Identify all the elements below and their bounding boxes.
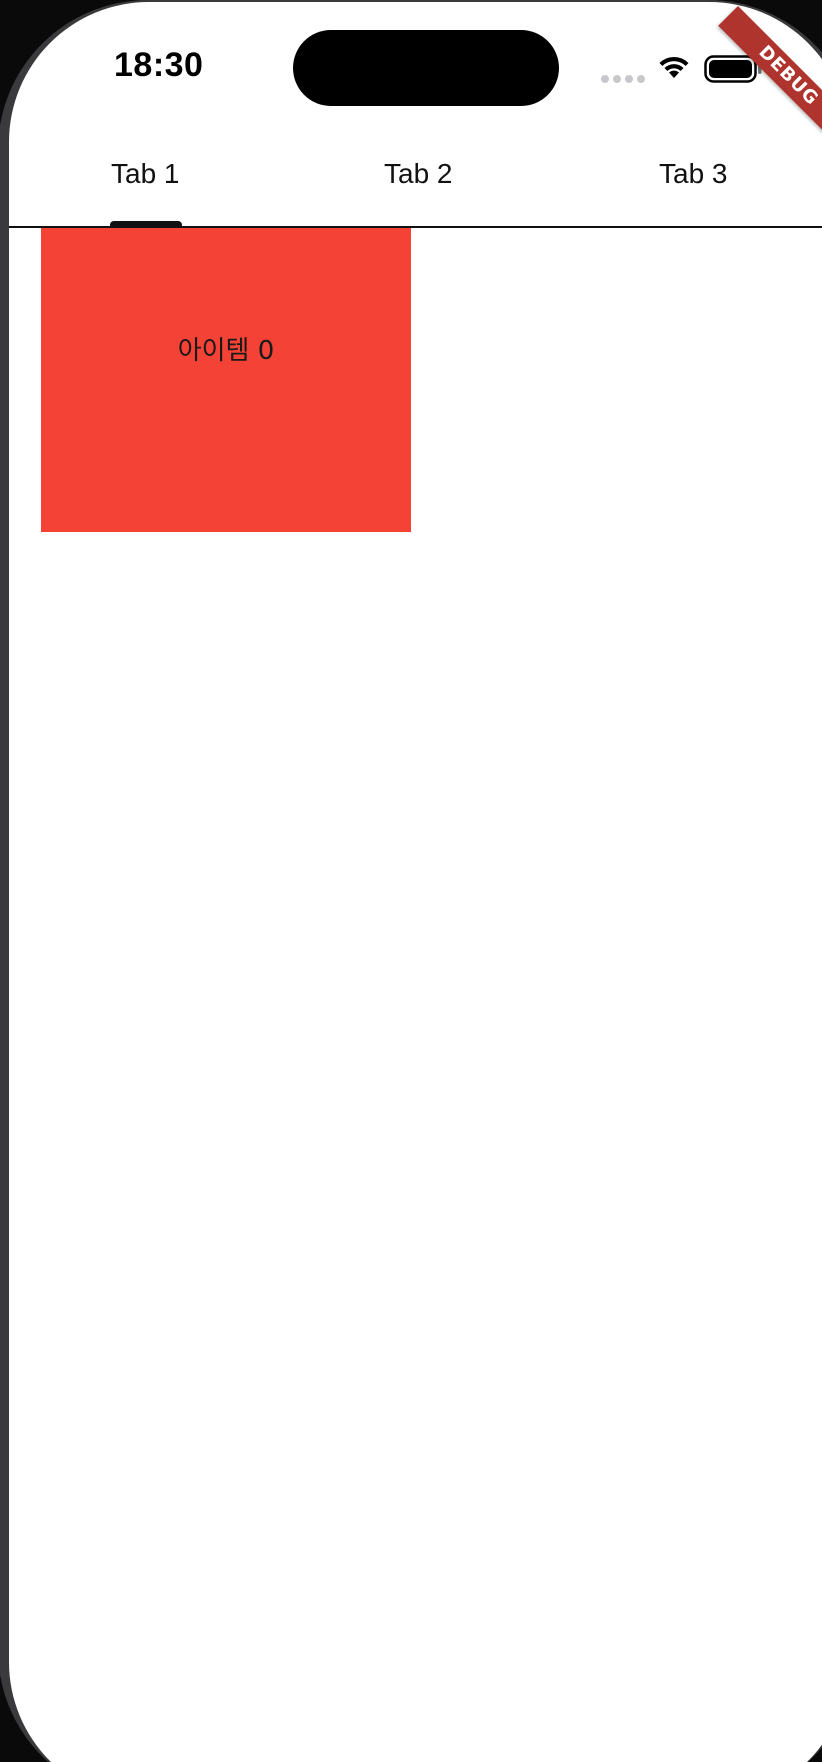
tab-2[interactable]: Tab 2 xyxy=(384,158,453,190)
tab-3[interactable]: Tab 3 xyxy=(659,158,728,190)
status-time: 18:30 xyxy=(114,46,204,84)
app-screen: 18:30 Tab 1 Tab 2 Tab 3 아이템 0 xyxy=(9,2,822,1762)
wifi-icon xyxy=(659,56,689,78)
tab-content[interactable]: 아이템 0 xyxy=(9,228,822,1762)
tab-1[interactable]: Tab 1 xyxy=(111,158,180,190)
item-card[interactable]: 아이템 0 xyxy=(41,228,411,532)
signal-dots-icon xyxy=(601,75,645,83)
tab-bar: Tab 1 Tab 2 Tab 3 xyxy=(9,120,822,228)
item-label: 아이템 0 xyxy=(177,336,275,366)
dynamic-island xyxy=(293,30,559,106)
device-frame: 18:30 Tab 1 Tab 2 Tab 3 아이템 0 DEBUG xyxy=(0,0,822,1762)
